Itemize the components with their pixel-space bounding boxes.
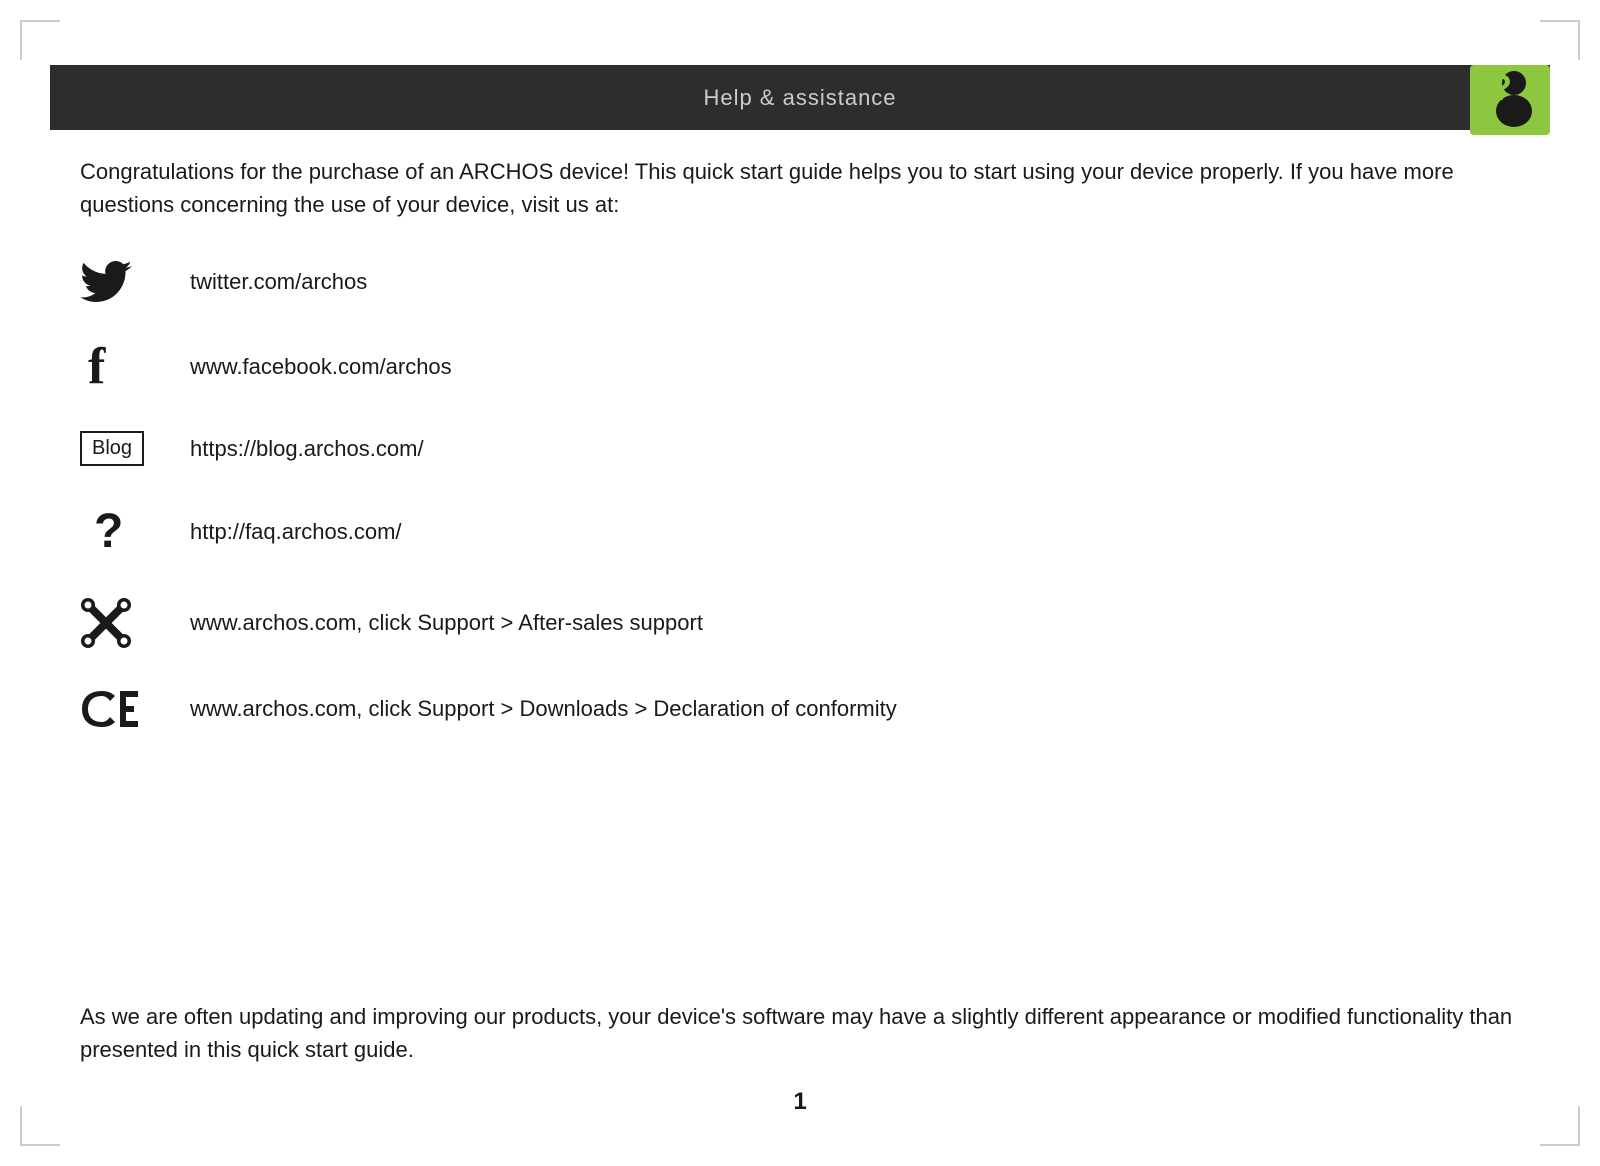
list-item: twitter.com/archos [80, 261, 1520, 303]
list-item: Blog https://blog.archos.com/ [80, 431, 1520, 466]
corner-mark-tl [20, 20, 60, 60]
svg-text:?: ? [1490, 67, 1512, 108]
blog-link-text: https://blog.archos.com/ [190, 436, 424, 462]
ce-link-text: www.archos.com, click Support > Download… [190, 696, 897, 722]
faq-link-text: http://faq.archos.com/ [190, 519, 402, 545]
facebook-link-text: www.facebook.com/archos [190, 354, 452, 380]
footer-text: As we are often updating and improving o… [80, 1000, 1520, 1066]
twitter-icon [80, 261, 160, 303]
list-item: www.archos.com, click Support > After-sa… [80, 597, 1520, 649]
logo-icon: ? [1470, 55, 1550, 135]
list-item: ? http://faq.archos.com/ [80, 504, 1520, 559]
intro-text: Congratulations for the purchase of an A… [80, 155, 1520, 221]
corner-mark-tr [1540, 20, 1580, 60]
facebook-icon: f [80, 341, 160, 393]
support-link-text: www.archos.com, click Support > After-sa… [190, 610, 703, 636]
twitter-link-text: twitter.com/archos [190, 269, 367, 295]
header-bar: Help & assistance [50, 65, 1550, 130]
list-item: f www.facebook.com/archos [80, 341, 1520, 393]
list-item: www.archos.com, click Support > Download… [80, 687, 1520, 731]
links-list: twitter.com/archos f www.facebook.com/ar… [80, 261, 1520, 731]
page-number: 1 [0, 1088, 1600, 1116]
main-content: Congratulations for the purchase of an A… [80, 155, 1520, 771]
page-title: Help & assistance [703, 85, 896, 111]
support-icon [80, 597, 160, 649]
faq-icon: ? [80, 504, 160, 559]
blog-icon: Blog [80, 431, 160, 466]
ce-icon [80, 687, 160, 731]
